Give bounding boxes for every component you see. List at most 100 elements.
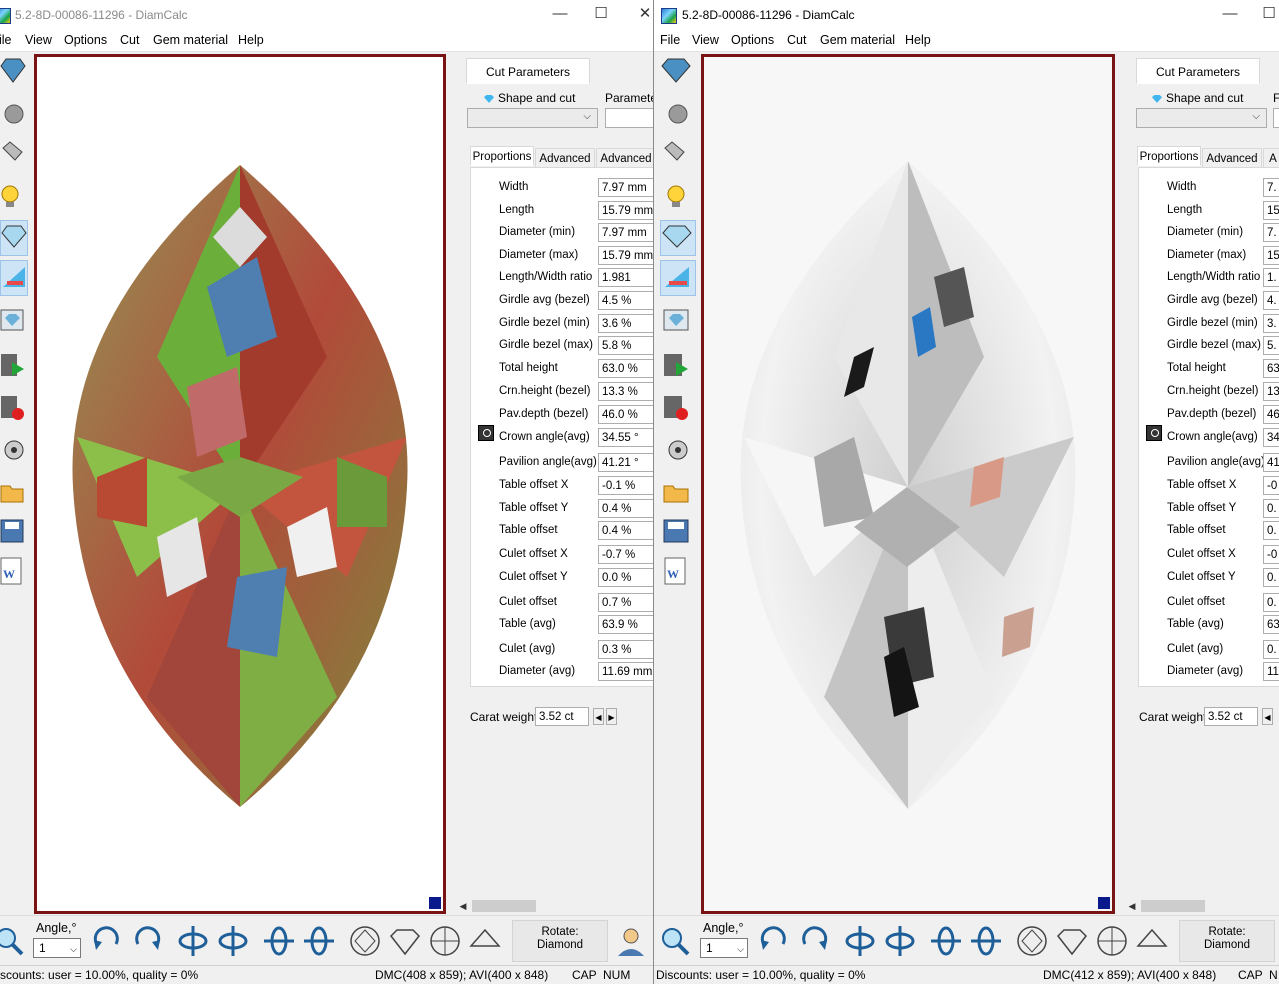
prop-value-field[interactable]: 0. <box>1263 521 1279 540</box>
prop-value-field[interactable]: 63.9 % <box>598 615 653 634</box>
parameter-combo[interactable] <box>1273 108 1279 128</box>
video-record-icon[interactable] <box>0 390 26 424</box>
sparkle-diamond-icon[interactable] <box>0 220 28 256</box>
minimize-icon[interactable]: — <box>550 4 570 24</box>
prop-value-field[interactable]: -0.1 % <box>598 476 653 495</box>
prop-value-field[interactable]: 3.6 % <box>598 314 653 333</box>
prop-value-field[interactable]: 7.97 mm <box>598 178 653 197</box>
spectrum-icon[interactable] <box>660 260 696 296</box>
prop-value-field[interactable]: 4. <box>1263 291 1279 310</box>
zoom-icon[interactable] <box>0 924 26 958</box>
prop-value-field[interactable]: 46 <box>1263 405 1279 424</box>
bottom-view-icon[interactable] <box>1095 924 1129 958</box>
menu-options[interactable]: Options <box>731 33 774 47</box>
top-view-icon[interactable] <box>348 924 382 958</box>
prop-value-field[interactable]: 7. <box>1263 178 1279 197</box>
prop-value-field[interactable]: -0 <box>1263 476 1279 495</box>
carat-weight-field[interactable]: 3.52 ct <box>1204 707 1258 726</box>
sparkle-diamond-icon[interactable] <box>660 220 696 256</box>
shape-combo[interactable]: ⌵ <box>1136 108 1267 128</box>
menu-view[interactable]: View <box>692 33 719 47</box>
tab-advanced[interactable]: Advanced <box>1202 148 1262 168</box>
prop-value-field[interactable]: 63 <box>1263 615 1279 634</box>
rotate-selector[interactable]: Rotate: Diamond <box>512 920 608 962</box>
prop-value-field[interactable]: 0.4 % <box>598 521 653 540</box>
zoom-icon[interactable] <box>658 924 692 958</box>
menu-file[interactable]: File <box>660 33 680 47</box>
prop-value-field[interactable]: 63.0 % <box>598 359 653 378</box>
prop-value-field[interactable]: 0.3 % <box>598 640 653 659</box>
rotate-cw-icon[interactable] <box>757 924 791 958</box>
prop-value-field[interactable]: 11.69 mm <box>598 662 653 681</box>
tab-advanced-2[interactable]: A <box>1263 148 1279 168</box>
maximize-icon[interactable]: ☐ <box>1259 4 1279 24</box>
maximize-icon[interactable]: ☐ <box>591 4 611 24</box>
spectrum-icon[interactable] <box>0 260 28 296</box>
carat-decrement-button[interactable]: ◀ <box>593 708 604 725</box>
tab-cut-parameters[interactable]: Cut Parameters <box>466 58 590 84</box>
sphere-icon[interactable] <box>660 96 694 130</box>
prop-value-field[interactable]: 3. <box>1263 314 1279 333</box>
prop-value-field[interactable]: 4.5 % <box>598 291 653 310</box>
gem-viewer[interactable] <box>34 54 446 914</box>
diamond-image-icon[interactable] <box>660 304 694 338</box>
prop-value-field[interactable]: 13 <box>1263 382 1279 401</box>
prop-value-field[interactable]: 0. <box>1263 568 1279 587</box>
save-disk-icon[interactable] <box>660 514 694 548</box>
open-folder-icon[interactable] <box>0 474 26 508</box>
flip-vertical-2-icon[interactable] <box>216 924 250 958</box>
bottom-view-icon[interactable] <box>428 924 462 958</box>
reel-icon[interactable] <box>0 430 26 464</box>
side-view-icon[interactable] <box>388 924 422 958</box>
prop-value-field[interactable]: 15.79 mm <box>598 201 653 220</box>
carat-weight-field[interactable]: 3.52 ct <box>535 707 589 726</box>
prop-value-field[interactable]: 15 <box>1263 201 1279 220</box>
panel-scrollbar[interactable]: ◀ <box>456 898 653 914</box>
word-document-icon[interactable]: W <box>0 554 26 588</box>
save-disk-icon[interactable] <box>0 514 26 548</box>
scroll-thumb[interactable] <box>472 900 536 912</box>
diamond-view-icon[interactable] <box>660 54 694 88</box>
diamond-view-icon[interactable] <box>0 54 26 88</box>
menu-options[interactable]: Options <box>64 33 107 47</box>
tab-advanced[interactable]: Advanced <box>535 148 595 168</box>
top-view-icon[interactable] <box>1015 924 1049 958</box>
carat-decrement-button[interactable]: ◀ <box>1262 708 1273 725</box>
paint-bucket-icon[interactable] <box>660 138 694 172</box>
prop-value-field[interactable]: 41.21 ° <box>598 453 653 472</box>
prop-value-field[interactable]: 0. <box>1263 593 1279 612</box>
prop-value-field[interactable]: 46.0 % <box>598 405 653 424</box>
prop-value-field[interactable]: 5.8 % <box>598 336 653 355</box>
prop-value-field[interactable]: 0.0 % <box>598 568 653 587</box>
rotate-selector[interactable]: Rotate: Diamond <box>1179 920 1275 962</box>
scroll-thumb[interactable] <box>1141 900 1205 912</box>
prop-value-field[interactable]: 1. <box>1263 268 1279 287</box>
menu-help[interactable]: Help <box>238 33 264 47</box>
tab-advanced-2[interactable]: Advanced <box>596 148 653 168</box>
profile-view-icon[interactable] <box>1135 924 1169 958</box>
sphere-icon[interactable] <box>0 96 26 130</box>
tab-proportions[interactable]: Proportions <box>1137 146 1201 166</box>
scroll-left-icon[interactable]: ◀ <box>1125 898 1139 914</box>
menu-gem-material[interactable]: Gem material <box>153 33 228 47</box>
prop-value-field[interactable]: -0.7 % <box>598 545 653 564</box>
menu-help[interactable]: Help <box>905 33 931 47</box>
light-bulb-icon[interactable] <box>0 180 26 214</box>
lock-icon[interactable] <box>478 425 494 441</box>
gem-viewer[interactable] <box>701 54 1115 914</box>
flip-horizontal-icon[interactable] <box>929 924 963 958</box>
diamond-image-icon[interactable] <box>0 304 26 338</box>
prop-value-field[interactable]: 0. <box>1263 499 1279 518</box>
tab-cut-parameters[interactable]: Cut Parameters <box>1136 58 1260 84</box>
angle-combo[interactable]: 1 ⌵ <box>33 938 81 958</box>
paint-bucket-icon[interactable] <box>0 138 26 172</box>
video-record-icon[interactable] <box>660 390 694 424</box>
prop-value-field[interactable]: 34.55 ° <box>598 428 653 447</box>
close-icon[interactable]: ✕ <box>635 4 653 24</box>
menu-cut[interactable]: Cut <box>787 33 806 47</box>
prop-value-field[interactable]: 0.4 % <box>598 499 653 518</box>
video-play-icon[interactable] <box>660 348 694 382</box>
prop-value-field[interactable]: 11 <box>1263 662 1279 681</box>
word-document-icon[interactable]: W <box>660 554 694 588</box>
lock-icon[interactable] <box>1146 425 1162 441</box>
